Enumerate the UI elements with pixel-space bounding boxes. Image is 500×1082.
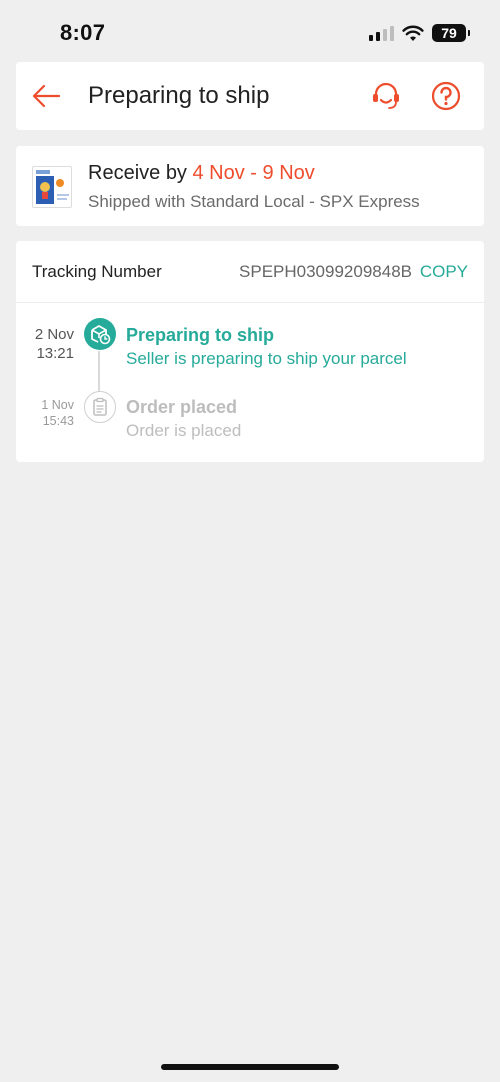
product-thumbnail [32,166,72,208]
event-date-time: 13:21 [36,345,74,362]
battery-icon: 79 [432,24,470,42]
tracking-header: Tracking Number SPEPH03099209848B COPY [16,241,484,303]
status-bar: 8:07 79 [0,0,500,60]
event-description: Seller is preparing to ship your parcel [126,349,407,368]
home-indicator[interactable] [161,1064,339,1070]
status-time: 8:07 [60,20,106,45]
event-title: Preparing to ship [126,325,275,345]
back-button[interactable] [30,80,62,112]
event-date: 2 Nov 13:21 [35,325,74,363]
help-icon [431,81,461,111]
delivery-card: Receive by 4 Nov - 9 Nov Shipped with St… [16,146,484,226]
tracking-number-label: Tracking Number [32,262,162,281]
wifi-icon [402,25,424,41]
tracking-card: Tracking Number SPEPH03099209848B COPY 2… [16,241,484,462]
copy-button[interactable]: COPY [420,262,468,282]
event-description: Order is placed [126,421,242,440]
back-arrow-icon [32,84,61,108]
receive-by-dates: 4 Nov - 9 Nov [192,162,315,184]
event-date-day: 2 Nov [34,326,74,343]
receive-by-label: Receive by [88,162,187,184]
battery-tip [468,30,470,36]
support-button[interactable] [370,80,402,112]
signal-icon [369,25,394,41]
package-clock-icon [84,318,116,350]
status-icons: 79 [369,22,470,44]
event-date-time: 15:43 [42,414,74,428]
event-title: Order placed [126,397,238,417]
help-button[interactable] [430,80,462,112]
event-date: 1 Nov 15:43 [41,397,74,429]
page-title: Preparing to ship [88,82,270,109]
battery-level: 79 [441,25,457,41]
timeline-connector [98,351,100,396]
event-date-day: 1 Nov [41,398,74,412]
tracking-number: SPEPH03099209848B [239,262,412,281]
clipboard-icon [84,391,116,423]
receive-by-line: Receive by 4 Nov - 9 Nov [88,162,315,185]
shipping-method: Shipped with Standard Local - SPX Expres… [88,192,420,211]
header-bar: Preparing to ship [16,62,484,130]
screen: 8:07 79 Preparing to ship Receive by 4 N… [0,0,500,1082]
headset-icon [373,82,399,109]
